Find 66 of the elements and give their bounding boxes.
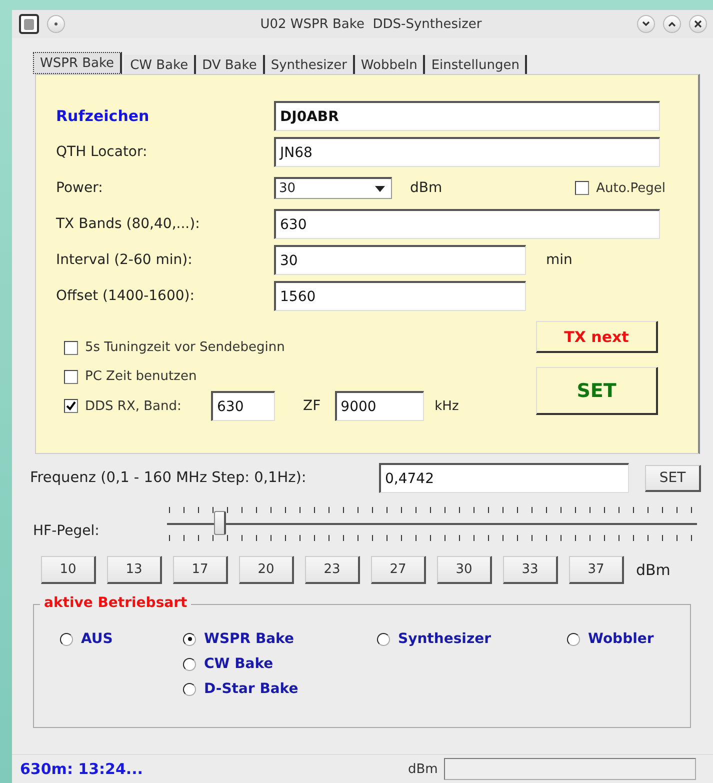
unit-label: min (546, 252, 572, 268)
mode-radio[interactable]: AUS (60, 631, 183, 647)
pin-button[interactable] (47, 15, 65, 33)
mode-radio[interactable]: Wobbler (567, 631, 697, 647)
zf-label: ZF (303, 398, 321, 414)
set-button[interactable]: SET (536, 367, 658, 415)
level-preset-button[interactable]: 33 (503, 556, 558, 584)
tab[interactable]: Einstellungen (425, 55, 528, 74)
level-preset-button[interactable]: 23 (305, 556, 360, 584)
hf-level-label: HF-Pegel: (33, 523, 100, 539)
zf-field[interactable]: 9000 (334, 391, 424, 421)
option-checkbox[interactable]: PC Zeit benutzen (64, 362, 536, 391)
status-message: 630m: 13:24... (20, 760, 144, 778)
band-field[interactable]: 630 (211, 391, 275, 421)
input-field[interactable]: DJ0ABR (274, 101, 660, 131)
unit-label: dBm (408, 762, 438, 776)
field-label: Offset (1400-1600): (56, 288, 196, 304)
slider-thumb[interactable] (214, 511, 226, 535)
unit-label: dBm (410, 180, 442, 196)
check-icon (66, 401, 76, 411)
level-preset-button[interactable]: 10 (41, 556, 96, 584)
field-label: Interval (2-60 min): (56, 252, 194, 268)
mode-radio[interactable]: WSPR Bake (183, 631, 377, 647)
mode-radio[interactable]: Synthesizer (377, 631, 567, 647)
level-preset-button[interactable]: 13 (107, 556, 162, 584)
frequency-label: Frequenz (0,1 - 160 MHz Step: 0,1Hz): (30, 470, 308, 486)
maximize-button[interactable] (663, 15, 681, 33)
caret-icon (375, 186, 385, 192)
input-field[interactable]: JN68 (274, 137, 660, 167)
close-button[interactable] (689, 15, 707, 33)
input-field[interactable]: 630 (274, 209, 660, 239)
option-checkbox[interactable]: 5s Tuningzeit vor Sendebeginn (64, 333, 536, 362)
power-dropdown[interactable]: 30 (274, 177, 392, 199)
minimize-button[interactable] (637, 15, 655, 33)
dot-icon (53, 21, 59, 27)
level-preset-button[interactable]: 30 (437, 556, 492, 584)
level-preset-button[interactable]: 17 (173, 556, 228, 584)
auto-level-checkbox[interactable]: Auto.Pegel (575, 180, 666, 196)
frequency-field[interactable]: 0,4742 (379, 463, 629, 493)
unit-label: dBm (636, 561, 670, 579)
level-preset-button[interactable]: 20 (239, 556, 294, 584)
mode-radio[interactable]: D-Star Bake (183, 681, 377, 697)
field-label: Rufzeichen (56, 107, 150, 125)
field-label: Power: (56, 180, 104, 196)
frequency-set-button[interactable]: SET (645, 464, 701, 492)
tab[interactable]: DV Bake (196, 55, 265, 74)
tab[interactable]: WSPR Bake (33, 52, 122, 74)
tab[interactable]: Wobbeln (354, 55, 426, 74)
field-label: QTH Locator: (56, 144, 148, 160)
tab[interactable]: CW Bake (124, 55, 196, 74)
level-preset-button[interactable]: 37 (569, 556, 624, 584)
dds-rx-checkbox[interactable]: DDS RX, Band: (64, 398, 211, 414)
app-icon (19, 14, 39, 34)
level-preset-button[interactable]: 27 (371, 556, 426, 584)
input-field[interactable]: 1560 (274, 281, 526, 311)
tx-next-button[interactable]: TX next (536, 321, 658, 353)
tab[interactable]: Synthesizer (264, 55, 355, 74)
window-title: U02 WSPR Bake DDS-Synthesizer (259, 16, 483, 32)
chevron-up-icon (667, 20, 677, 28)
close-icon (693, 19, 703, 29)
input-field[interactable]: 30 (274, 245, 526, 275)
chevron-down-icon (641, 20, 651, 28)
mode-radio[interactable]: CW Bake (183, 656, 377, 672)
hf-level-slider[interactable] (167, 507, 697, 541)
field-label: TX Bands (80,40,...): (56, 216, 201, 232)
unit-label: kHz (434, 398, 459, 414)
